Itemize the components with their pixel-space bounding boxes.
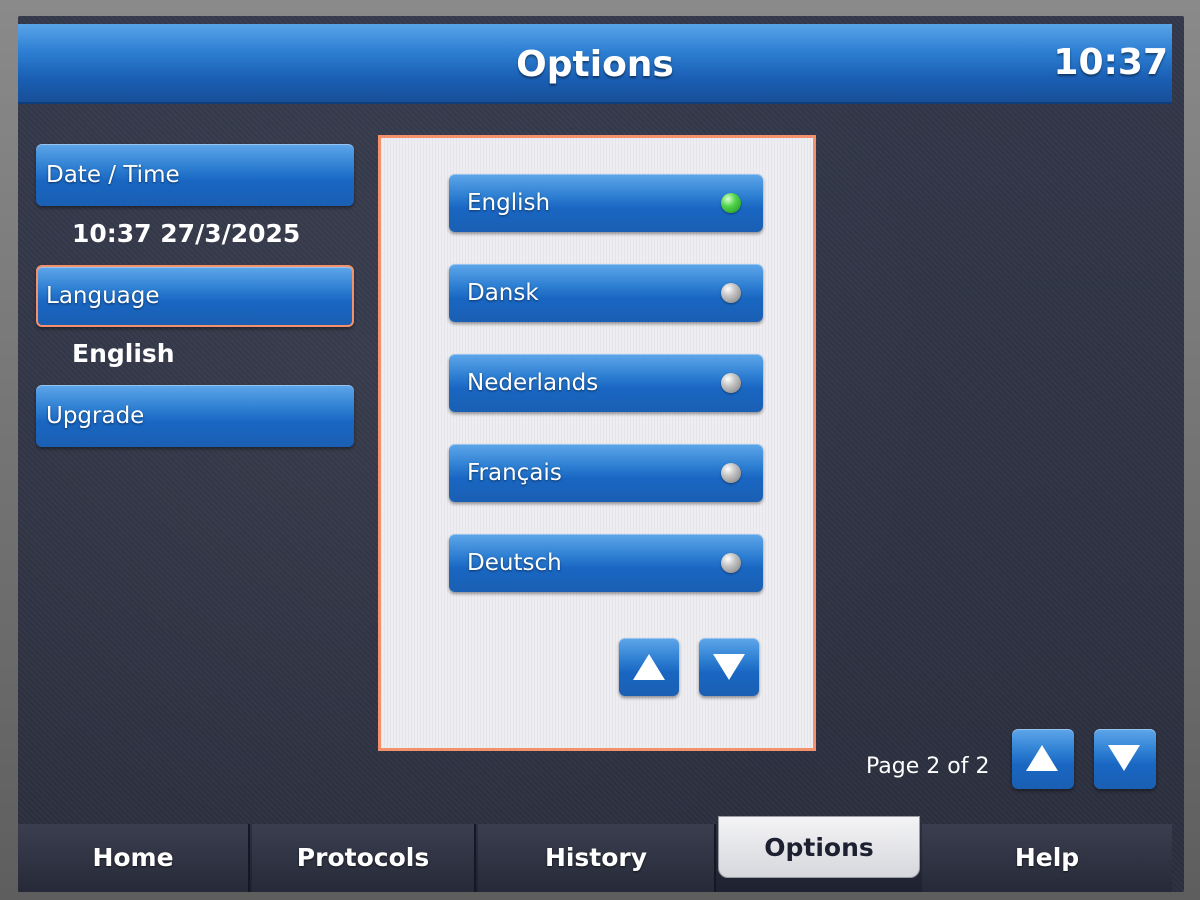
language-value: English bbox=[72, 339, 175, 368]
bottom-tab-bar: Home Protocols History Options Help bbox=[18, 816, 1172, 892]
triangle-up-icon bbox=[1026, 745, 1058, 771]
page-up-button[interactable] bbox=[1012, 729, 1074, 789]
language-option-label: Français bbox=[467, 460, 562, 486]
date-time-label: Date / Time bbox=[46, 162, 180, 188]
radio-dot-icon bbox=[721, 553, 741, 573]
language-option-label: English bbox=[467, 190, 551, 216]
triangle-up-icon bbox=[633, 654, 665, 680]
list-scroll-up-button[interactable] bbox=[619, 638, 679, 696]
language-option-label: Deutsch bbox=[467, 550, 562, 576]
tab-options[interactable]: Options bbox=[718, 816, 920, 878]
tab-history[interactable]: History bbox=[478, 824, 716, 892]
radio-dot-icon bbox=[721, 373, 741, 393]
language-button[interactable]: Language bbox=[36, 265, 354, 327]
language-option-francais[interactable]: Français bbox=[449, 444, 763, 502]
language-option-english[interactable]: English bbox=[449, 174, 763, 232]
tab-home[interactable]: Home bbox=[18, 824, 250, 892]
clock: 10:37 bbox=[1053, 42, 1168, 83]
touch-screen: Options 10:37 Date / Time 10:37 27/3/202… bbox=[18, 16, 1184, 892]
tab-help[interactable]: Help bbox=[922, 824, 1172, 892]
date-time-button[interactable]: Date / Time bbox=[36, 144, 354, 206]
title-bar: Options 10:37 bbox=[18, 24, 1172, 104]
upgrade-label: Upgrade bbox=[46, 403, 145, 429]
triangle-down-icon bbox=[713, 654, 745, 680]
radio-dot-icon bbox=[721, 283, 741, 303]
page-title: Options bbox=[516, 44, 674, 85]
language-option-label: Nederlands bbox=[467, 370, 599, 396]
triangle-down-icon bbox=[1108, 745, 1140, 771]
upgrade-button[interactable]: Upgrade bbox=[36, 385, 354, 447]
radio-dot-icon bbox=[721, 463, 741, 483]
page-indicator: Page 2 of 2 bbox=[866, 754, 990, 779]
language-option-label: Dansk bbox=[467, 280, 539, 306]
language-option-nederlands[interactable]: Nederlands bbox=[449, 354, 763, 412]
tab-protocols[interactable]: Protocols bbox=[252, 824, 476, 892]
page-down-button[interactable] bbox=[1094, 729, 1156, 789]
language-option-deutsch[interactable]: Deutsch bbox=[449, 534, 763, 592]
language-option-dansk[interactable]: Dansk bbox=[449, 264, 763, 322]
language-label: Language bbox=[46, 283, 160, 309]
radio-dot-icon bbox=[721, 193, 741, 213]
language-list-panel: English Dansk Nederlands Français Deutsc… bbox=[378, 135, 816, 751]
list-scroll-down-button[interactable] bbox=[699, 638, 759, 696]
date-time-value: 10:37 27/3/2025 bbox=[72, 219, 301, 248]
